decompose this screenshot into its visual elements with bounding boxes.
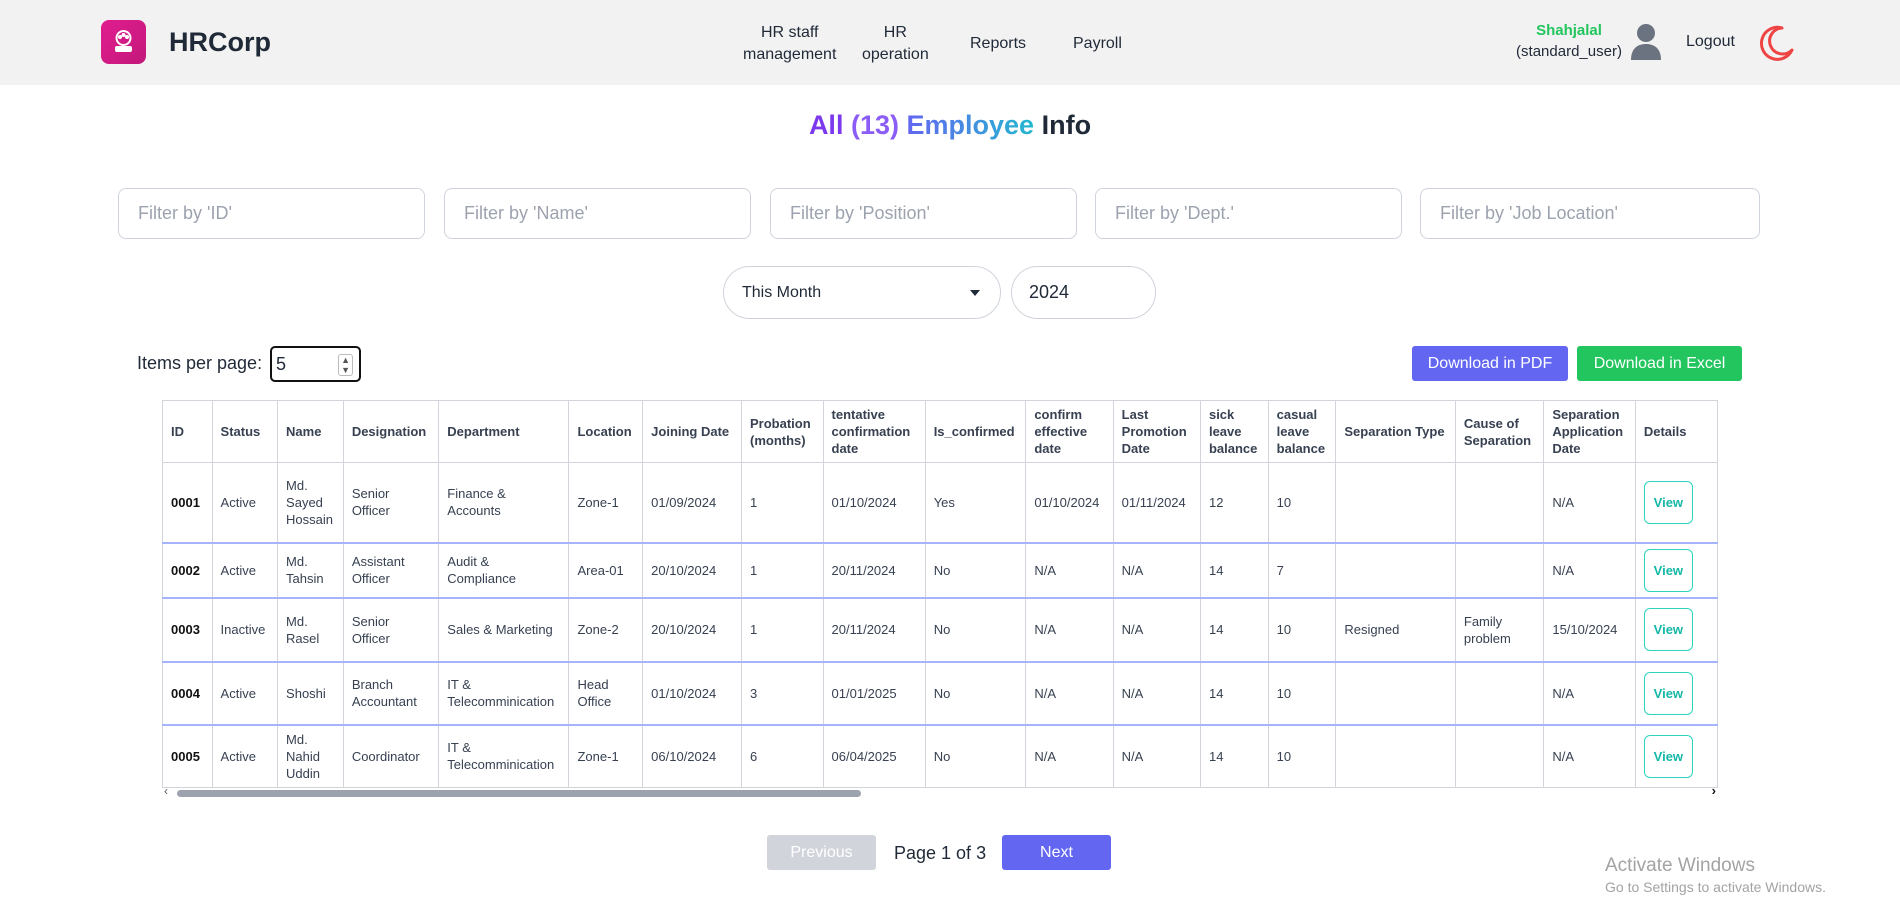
scroll-left-arrow-icon[interactable]: ‹ bbox=[164, 784, 168, 798]
items-per-page-label: Items per page: bbox=[137, 353, 263, 373]
nav-hr-staff-management[interactable]: HR staff management bbox=[743, 22, 836, 66]
logout-button[interactable]: Logout bbox=[1686, 33, 1735, 51]
view-button[interactable]: View bbox=[1643, 480, 1693, 524]
table-row: 0002 Active Md. Tahsin Assistant Officer… bbox=[162, 542, 1718, 598]
table-horizontal-scrollbar[interactable]: ‹ › bbox=[162, 783, 1718, 800]
col-header: Location bbox=[568, 400, 644, 463]
col-header: Details bbox=[1634, 400, 1718, 463]
user-name: Shahjalal bbox=[1536, 22, 1602, 39]
nav-hr-operation[interactable]: HR operation bbox=[862, 22, 929, 66]
col-header: tentative confirmation date bbox=[822, 400, 926, 463]
col-header: Name bbox=[277, 400, 344, 463]
table-row: 0005 Active Md. Nahid Uddin Coordinator … bbox=[162, 724, 1718, 788]
col-header: casual leave balance bbox=[1267, 400, 1337, 463]
download-excel-button[interactable]: Download in Excel bbox=[1577, 346, 1742, 381]
col-header: Status bbox=[211, 400, 279, 463]
employee-table-container[interactable]: ID Status Name Designation Department Lo… bbox=[162, 400, 1718, 788]
view-button[interactable]: View bbox=[1643, 608, 1693, 651]
col-header: Department bbox=[438, 400, 570, 463]
team-search-icon bbox=[115, 30, 132, 52]
items-per-page-input[interactable]: 5 ▲ ▼ bbox=[270, 346, 361, 382]
col-header: Is_confirmed bbox=[924, 400, 1027, 463]
filter-dept-input[interactable] bbox=[1095, 188, 1402, 239]
filter-name-input[interactable] bbox=[444, 188, 751, 239]
download-pdf-button[interactable]: Download in PDF bbox=[1412, 346, 1568, 381]
table-header-row: ID Status Name Designation Department Lo… bbox=[162, 400, 1718, 463]
top-navbar: HRCorp HR staff management HR operation … bbox=[0, 0, 1900, 85]
filter-id-input[interactable] bbox=[118, 188, 425, 239]
employee-table: ID Status Name Designation Department Lo… bbox=[162, 400, 1718, 788]
col-header: Designation bbox=[342, 400, 440, 463]
filter-position-input[interactable] bbox=[770, 188, 1077, 239]
windows-activation-watermark-text: Go to Settings to activate Windows. bbox=[1605, 879, 1826, 895]
previous-page-button[interactable]: Previous bbox=[767, 835, 876, 870]
nav-payroll[interactable]: Payroll bbox=[1073, 33, 1122, 55]
year-input[interactable] bbox=[1011, 266, 1156, 319]
user-avatar-icon[interactable] bbox=[1630, 22, 1662, 62]
view-button[interactable]: View bbox=[1643, 734, 1693, 778]
hrcorp-logo-icon[interactable] bbox=[101, 20, 146, 64]
page-title: All (13) Employee Info bbox=[808, 110, 1092, 140]
nav-reports[interactable]: Reports bbox=[970, 33, 1026, 55]
number-stepper-icon[interactable]: ▲ ▼ bbox=[338, 354, 353, 376]
period-select[interactable]: This Month bbox=[723, 266, 1001, 319]
col-header: Separation Application Date bbox=[1543, 400, 1636, 463]
windows-activation-watermark-title: Activate Windows bbox=[1605, 855, 1755, 876]
table-row: 0004 Active Shoshi Branch Accountant IT … bbox=[162, 661, 1718, 725]
col-header: ID bbox=[162, 400, 213, 463]
next-page-button[interactable]: Next bbox=[1002, 835, 1111, 870]
view-button[interactable]: View bbox=[1643, 671, 1693, 715]
table-row: 0001 Active Md. Sayed Hossain Senior Off… bbox=[162, 462, 1718, 543]
col-header: Last Promotion Date bbox=[1112, 400, 1201, 463]
col-header: confirm effective date bbox=[1025, 400, 1114, 463]
col-header: Joining Date bbox=[642, 400, 743, 463]
col-header: Separation Type bbox=[1335, 400, 1456, 463]
col-header: sick leave balance bbox=[1199, 400, 1269, 463]
scroll-right-arrow-icon[interactable]: › bbox=[1712, 783, 1716, 798]
col-header: Cause of Separation bbox=[1454, 400, 1545, 463]
table-row: 0003 Inactive Md. Rasel Senior Officer S… bbox=[162, 597, 1718, 662]
view-button[interactable]: View bbox=[1643, 548, 1693, 592]
filter-job-location-input[interactable] bbox=[1420, 188, 1760, 239]
chevron-down-icon bbox=[970, 290, 980, 296]
user-role: (standard_user) bbox=[1516, 43, 1622, 60]
col-header: Probation (months) bbox=[741, 400, 824, 463]
page-indicator: Page 1 of 3 bbox=[894, 843, 987, 863]
brand-name[interactable]: HRCorp bbox=[169, 27, 271, 58]
scrollbar-thumb[interactable] bbox=[177, 790, 861, 797]
dark-mode-moon-icon[interactable] bbox=[1758, 24, 1796, 62]
